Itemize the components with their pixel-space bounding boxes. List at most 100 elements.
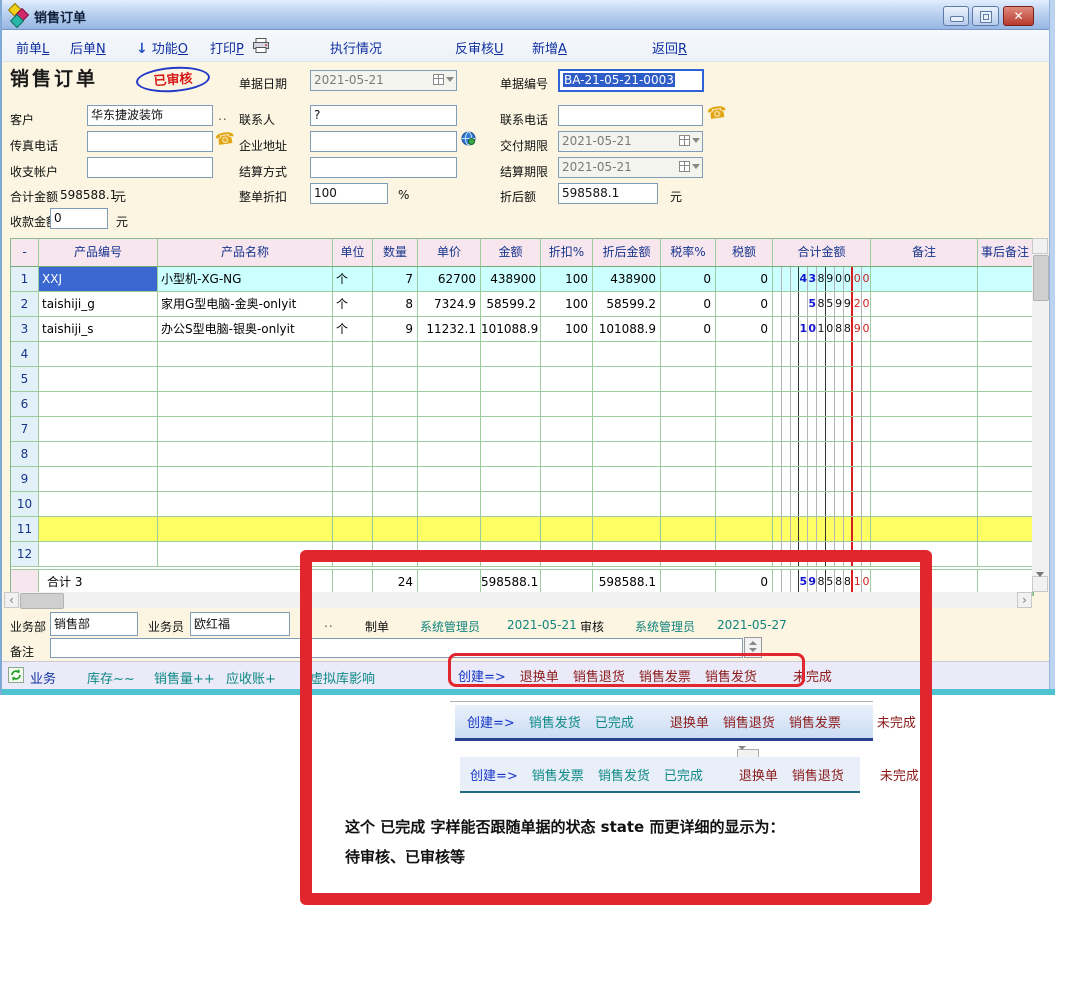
row-number[interactable]: 8 — [11, 442, 39, 467]
table-cell-amount[interactable]: 10108890 — [773, 317, 871, 342]
table-cell[interactable] — [481, 417, 541, 442]
table-cell[interactable]: 11232.1 — [418, 317, 481, 342]
table-cell-amount[interactable] — [773, 342, 871, 367]
menu-item-前单[interactable]: 前单L — [16, 38, 49, 57]
table-cell[interactable]: 58599.2 — [481, 292, 541, 317]
vertical-scroll-thumb[interactable] — [1033, 255, 1049, 301]
table-cell-remark[interactable] — [871, 517, 978, 542]
table-cell[interactable]: 100 — [541, 267, 593, 292]
table-cell[interactable] — [661, 342, 716, 367]
table-cell[interactable]: 101088.9 — [481, 317, 541, 342]
table-cell[interactable] — [661, 492, 716, 517]
table-cell[interactable] — [39, 542, 158, 567]
table-cell[interactable] — [39, 517, 158, 542]
table-cell-post-remark[interactable] — [978, 442, 1033, 467]
table-cell[interactable] — [418, 392, 481, 417]
table-cell[interactable]: 办公S型电脑-银奥-onlyit — [158, 317, 333, 342]
table-cell[interactable] — [541, 392, 593, 417]
table-cell[interactable] — [541, 492, 593, 517]
table-cell-remark[interactable] — [871, 317, 978, 342]
table-cell-remark[interactable] — [871, 267, 978, 292]
table-cell[interactable] — [481, 367, 541, 392]
column-header-税率%[interactable]: 税率% — [661, 239, 716, 267]
table-cell-amount[interactable] — [773, 392, 871, 417]
table-cell-post-remark[interactable] — [978, 492, 1033, 517]
table-cell[interactable] — [593, 542, 661, 567]
table-cell[interactable] — [716, 517, 773, 542]
table-cell[interactable]: 100 — [541, 317, 593, 342]
column-header-合计金额[interactable]: 合计金额 — [773, 239, 871, 267]
table-cell[interactable]: 0 — [661, 267, 716, 292]
column-header-事后备注[interactable]: 事后备注 — [978, 239, 1033, 267]
settle-method-input[interactable] — [310, 157, 457, 178]
table-cell[interactable]: 58599.2 — [593, 292, 661, 317]
table-cell[interactable] — [373, 442, 418, 467]
table-cell[interactable] — [593, 442, 661, 467]
table-cell[interactable] — [481, 517, 541, 542]
salesman-lookup-button[interactable]: .. — [324, 616, 334, 630]
table-cell[interactable] — [481, 467, 541, 492]
table-cell[interactable] — [333, 517, 373, 542]
table-cell[interactable] — [158, 342, 333, 367]
customer-lookup-button[interactable]: .. — [218, 109, 228, 123]
table-cell[interactable] — [418, 542, 481, 567]
table-cell[interactable]: 9 — [373, 317, 418, 342]
salesman-input[interactable]: 欧红福 — [190, 612, 290, 636]
row-number[interactable]: 12 — [11, 542, 39, 567]
table-cell[interactable] — [333, 342, 373, 367]
contact-phone-input[interactable] — [558, 105, 703, 126]
column-header-税额[interactable]: 税额 — [716, 239, 773, 267]
table-cell-post-remark[interactable] — [978, 317, 1033, 342]
table-cell[interactable]: 101088.9 — [593, 317, 661, 342]
scroll-down-button[interactable] — [1032, 576, 1048, 592]
table-cell[interactable] — [158, 442, 333, 467]
table-cell-post-remark[interactable] — [978, 292, 1033, 317]
table-cell[interactable] — [158, 417, 333, 442]
table-cell[interactable] — [661, 367, 716, 392]
table-cell[interactable]: 家用G型电脑-金奥-onlyit — [158, 292, 333, 317]
table-cell[interactable] — [158, 492, 333, 517]
column-header-单价[interactable]: 单价 — [418, 239, 481, 267]
table-cell[interactable] — [593, 367, 661, 392]
toolbar-item-virtual-stock[interactable]: 虚拟库影响 — [310, 668, 375, 687]
table-cell[interactable]: 8 — [373, 292, 418, 317]
fax-input[interactable] — [87, 131, 213, 152]
menu-item-printer-icon[interactable] — [252, 38, 270, 57]
column-header--[interactable]: - — [11, 239, 39, 267]
table-cell[interactable] — [661, 467, 716, 492]
table-cell-remark[interactable] — [871, 417, 978, 442]
table-cell[interactable] — [373, 467, 418, 492]
table-cell[interactable] — [593, 417, 661, 442]
after-discount-input[interactable]: 598588.1 — [558, 183, 658, 204]
row-number[interactable]: 4 — [11, 342, 39, 367]
table-cell-post-remark[interactable] — [978, 417, 1033, 442]
table-cell[interactable] — [541, 542, 593, 567]
table-cell[interactable] — [39, 392, 158, 417]
table-cell[interactable]: 100 — [541, 292, 593, 317]
table-cell-post-remark[interactable] — [978, 367, 1033, 392]
table-cell[interactable]: taishiji_s — [39, 317, 158, 342]
status-item-销售发货[interactable]: 销售发货 — [705, 666, 757, 685]
table-cell[interactable] — [333, 442, 373, 467]
row-number[interactable]: 2 — [11, 292, 39, 317]
table-cell[interactable]: 0 — [716, 267, 773, 292]
table-cell[interactable] — [716, 367, 773, 392]
table-cell[interactable]: XXJ — [39, 267, 158, 292]
column-header-单位[interactable]: 单位 — [333, 239, 373, 267]
table-cell[interactable] — [541, 342, 593, 367]
customer-input[interactable]: 华东捷波装饰 — [87, 105, 213, 126]
table-cell[interactable]: 0 — [716, 317, 773, 342]
table-cell[interactable] — [373, 492, 418, 517]
column-header-折后金额[interactable]: 折后金额 — [593, 239, 661, 267]
table-cell-amount[interactable] — [773, 542, 871, 567]
horizontal-scrollbar[interactable]: ‹ › — [4, 592, 1032, 608]
table-cell[interactable] — [373, 417, 418, 442]
table-cell[interactable] — [593, 492, 661, 517]
menu-item-后单[interactable]: 后单N — [70, 38, 106, 57]
table-cell[interactable] — [593, 517, 661, 542]
table-cell-post-remark[interactable] — [978, 467, 1033, 492]
table-cell-remark[interactable] — [871, 542, 978, 567]
table-cell[interactable]: 0 — [661, 292, 716, 317]
table-cell-post-remark[interactable] — [978, 342, 1033, 367]
account-input[interactable] — [87, 157, 213, 178]
